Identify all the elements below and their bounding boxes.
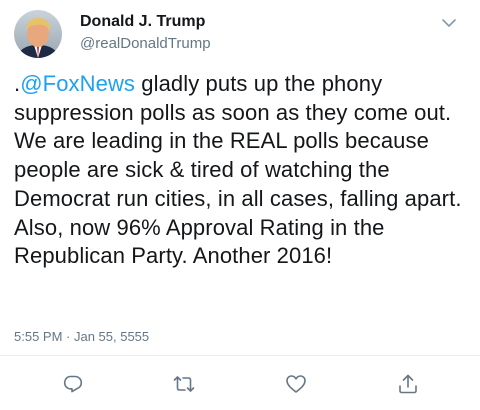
tweet-text: .@FoxNews gladly puts up the phony suppr…: [14, 70, 474, 271]
share-button[interactable]: [397, 373, 419, 395]
share-icon: [399, 374, 417, 394]
avatar-image: [14, 10, 62, 58]
text-body: gladly puts up the phony suppression pol…: [14, 71, 462, 269]
author-name[interactable]: Donald J. Trump: [80, 13, 205, 31]
divider: [0, 355, 480, 356]
reply-button[interactable]: [62, 373, 84, 395]
heart-icon: [286, 375, 306, 393]
timestamp[interactable]: 5:55 PM · Jan 55, 5555: [14, 329, 149, 344]
tweet-card: Donald J. Trump @realDonaldTrump .@FoxNe…: [0, 0, 480, 410]
mention-link[interactable]: @FoxNews: [20, 71, 135, 96]
like-button[interactable]: [285, 373, 307, 395]
retweet-icon: [173, 376, 195, 392]
reply-icon: [63, 375, 83, 393]
retweet-button[interactable]: [173, 373, 195, 395]
author-handle[interactable]: @realDonaldTrump: [80, 35, 211, 52]
avatar[interactable]: [14, 10, 62, 58]
chevron-down-icon[interactable]: [440, 14, 458, 32]
